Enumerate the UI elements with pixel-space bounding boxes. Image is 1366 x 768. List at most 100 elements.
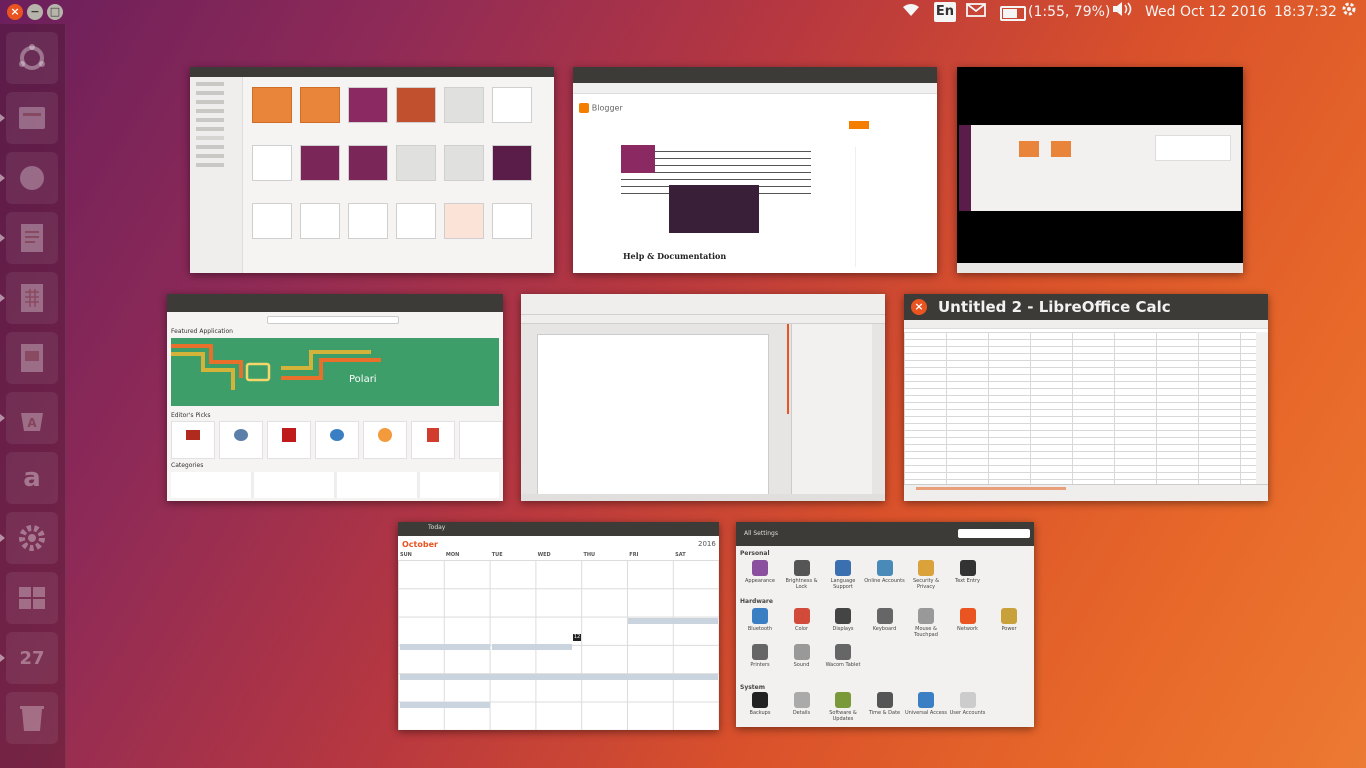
settings-item-security-privacy[interactable]: Security & Privacy xyxy=(904,560,948,590)
sidebar-item[interactable] xyxy=(196,109,224,113)
calendar-event[interactable] xyxy=(628,618,718,624)
app-card[interactable] xyxy=(459,421,503,459)
settings-item-color[interactable]: Color xyxy=(780,608,824,632)
sidebar-item[interactable] xyxy=(196,154,224,158)
settings-item-mouse-touchpad[interactable]: Mouse & Touchpad xyxy=(904,608,948,638)
settings-item-keyboard[interactable]: Keyboard xyxy=(863,608,907,632)
calendar-window[interactable]: Today October 2016 SUN MON TUE WED THU FRI SAT… xyxy=(398,522,719,730)
writer-window[interactable] xyxy=(521,294,885,501)
today-button[interactable]: Today xyxy=(428,524,445,531)
folder-icon[interactable] xyxy=(252,87,292,123)
calendar-today-marker[interactable]: 12 xyxy=(573,634,581,641)
writer-scrollbar[interactable] xyxy=(787,324,789,414)
battery-icon[interactable] xyxy=(1000,6,1026,21)
ubuntu-dash-icon[interactable] xyxy=(6,32,58,84)
settings-item-backups[interactable]: Backups xyxy=(738,692,782,716)
software-window[interactable]: Featured Application Polari Editor's Pic… xyxy=(167,294,503,501)
image-file-icon[interactable] xyxy=(492,145,532,181)
system-settings-window[interactable]: All Settings Personal Appearance Brightne… xyxy=(736,522,1034,727)
calc-spreadsheet-grid[interactable] xyxy=(904,332,1256,484)
volume-icon[interactable] xyxy=(1112,0,1134,24)
settings-item-text-entry[interactable]: Text Entry xyxy=(946,560,990,584)
settings-item-time-date[interactable]: Time & Date xyxy=(863,692,907,716)
image-file-icon[interactable] xyxy=(252,203,292,239)
writer-document-page[interactable] xyxy=(537,334,769,496)
libreoffice-calc-icon[interactable] xyxy=(0,272,58,324)
app-card[interactable] xyxy=(219,421,263,459)
gear-icon[interactable] xyxy=(1340,0,1358,24)
sidebar-item[interactable] xyxy=(196,82,224,86)
folder-icon[interactable] xyxy=(300,87,340,123)
image-file-icon[interactable] xyxy=(396,145,436,181)
browser-address-bar[interactable] xyxy=(573,83,937,94)
image-file-icon[interactable] xyxy=(492,87,532,123)
battery-status-text[interactable]: (1:55, 79%) xyxy=(1028,0,1110,24)
app-card[interactable] xyxy=(315,421,359,459)
close-calc-button[interactable]: × xyxy=(911,299,927,315)
settings-item-details[interactable]: Details xyxy=(780,692,824,716)
calc-window[interactable]: × Untitled 2 - LibreOffice Calc xyxy=(904,294,1268,501)
libreoffice-impress-icon[interactable] xyxy=(6,332,58,384)
app-card[interactable] xyxy=(267,421,311,459)
clock-display[interactable]: 18:37:32 xyxy=(1274,0,1337,24)
app-card[interactable] xyxy=(171,421,215,459)
image-file-icon[interactable] xyxy=(396,203,436,239)
close-window-button[interactable]: × xyxy=(7,4,23,20)
featured-banner[interactable]: Polari xyxy=(171,338,499,406)
mail-icon[interactable] xyxy=(966,0,986,24)
writer-format-toolbar[interactable] xyxy=(521,315,885,324)
publish-button[interactable] xyxy=(849,121,869,129)
firefox-icon[interactable] xyxy=(0,152,58,204)
settings-item-universal-access[interactable]: Universal Access xyxy=(904,692,948,716)
settings-item-displays[interactable]: Displays xyxy=(821,608,865,632)
settings-item-bluetooth[interactable]: Bluetooth xyxy=(738,608,782,632)
calendar-icon[interactable]: 27 xyxy=(0,632,58,684)
settings-item-language-support[interactable]: Language Support xyxy=(821,560,865,590)
settings-search-input[interactable] xyxy=(958,529,1030,538)
calendar-event[interactable] xyxy=(400,644,490,650)
libreoffice-writer-icon[interactable] xyxy=(0,212,58,264)
workspace-switcher-icon[interactable] xyxy=(6,572,58,624)
image-file-icon[interactable] xyxy=(444,87,484,123)
settings-item-brightness-lock[interactable]: Brightness & Lock xyxy=(780,560,824,590)
maximize-window-button[interactable]: □ xyxy=(47,4,63,20)
software-search-input[interactable] xyxy=(267,316,399,324)
app-card[interactable] xyxy=(411,421,455,459)
settings-item-appearance[interactable]: Appearance xyxy=(738,560,782,584)
sidebar-item[interactable] xyxy=(196,145,224,149)
minimize-window-button[interactable]: − xyxy=(27,4,43,20)
browser-window[interactable]: Blogger Help & Documentation xyxy=(573,67,937,273)
sidebar-item[interactable] xyxy=(196,127,224,131)
settings-item-wacom-tablet[interactable]: Wacom Tablet xyxy=(821,644,865,668)
image-file-icon[interactable] xyxy=(348,87,388,123)
screenshot-preview-window[interactable] xyxy=(957,67,1243,273)
image-file-icon[interactable] xyxy=(444,203,484,239)
settings-item-user-accounts[interactable]: User Accounts xyxy=(946,692,990,716)
calc-horizontal-scrollbar[interactable] xyxy=(916,487,1066,490)
image-file-icon[interactable] xyxy=(444,145,484,181)
calc-sidebar[interactable] xyxy=(1256,332,1268,484)
sidebar-item[interactable] xyxy=(196,91,224,95)
image-file-icon[interactable] xyxy=(252,145,292,181)
sidebar-item-selected[interactable] xyxy=(196,136,224,140)
calendar-event[interactable] xyxy=(400,702,490,708)
files-icon[interactable] xyxy=(0,92,58,144)
image-file-icon[interactable] xyxy=(348,203,388,239)
keyboard-language-indicator[interactable]: En xyxy=(934,2,956,22)
writer-properties-panel[interactable] xyxy=(791,324,872,494)
date-display[interactable]: Wed Oct 12 2016 xyxy=(1145,0,1267,24)
settings-item-printers[interactable]: Printers xyxy=(738,644,782,668)
calendar-event[interactable] xyxy=(492,644,572,650)
sidebar-item[interactable] xyxy=(196,100,224,104)
calc-formula-bar[interactable] xyxy=(904,320,1268,329)
writer-toolbar[interactable] xyxy=(521,294,885,315)
categories-grid[interactable] xyxy=(171,472,499,498)
image-file-icon[interactable] xyxy=(348,145,388,181)
software-center-icon[interactable]: A xyxy=(0,392,58,444)
settings-item-online-accounts[interactable]: Online Accounts xyxy=(863,560,907,584)
calendar-event[interactable] xyxy=(400,674,718,680)
sidebar-item[interactable] xyxy=(196,163,224,167)
settings-item-network[interactable]: Network xyxy=(946,608,990,632)
app-card[interactable] xyxy=(363,421,407,459)
image-file-icon[interactable] xyxy=(396,87,436,123)
